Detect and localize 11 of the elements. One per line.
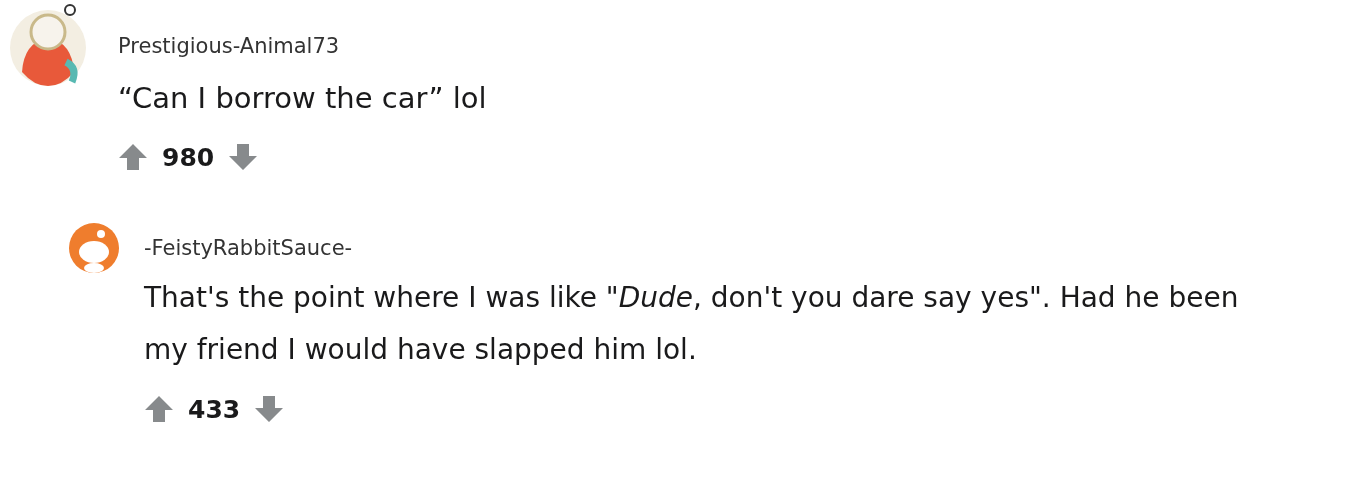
downvote-icon[interactable] (228, 142, 259, 172)
avatar-icon (68, 222, 120, 274)
vote-count: 433 (188, 394, 241, 424)
comment-text: “Can I borrow the car” lol (118, 80, 487, 117)
comment-text: That's the point where I was like "Dude, don't you dare say yes". Had he been my friend I would have slapped him lol. (144, 280, 1240, 368)
upvote-icon[interactable] (118, 142, 148, 172)
vote-count: 980 (162, 142, 215, 172)
username[interactable]: -FeistyRabbitSauce- (144, 236, 353, 260)
upvote-icon[interactable] (144, 394, 174, 424)
downvote-icon[interactable] (254, 394, 285, 424)
username[interactable]: Prestigious-Animal73 (118, 34, 340, 58)
